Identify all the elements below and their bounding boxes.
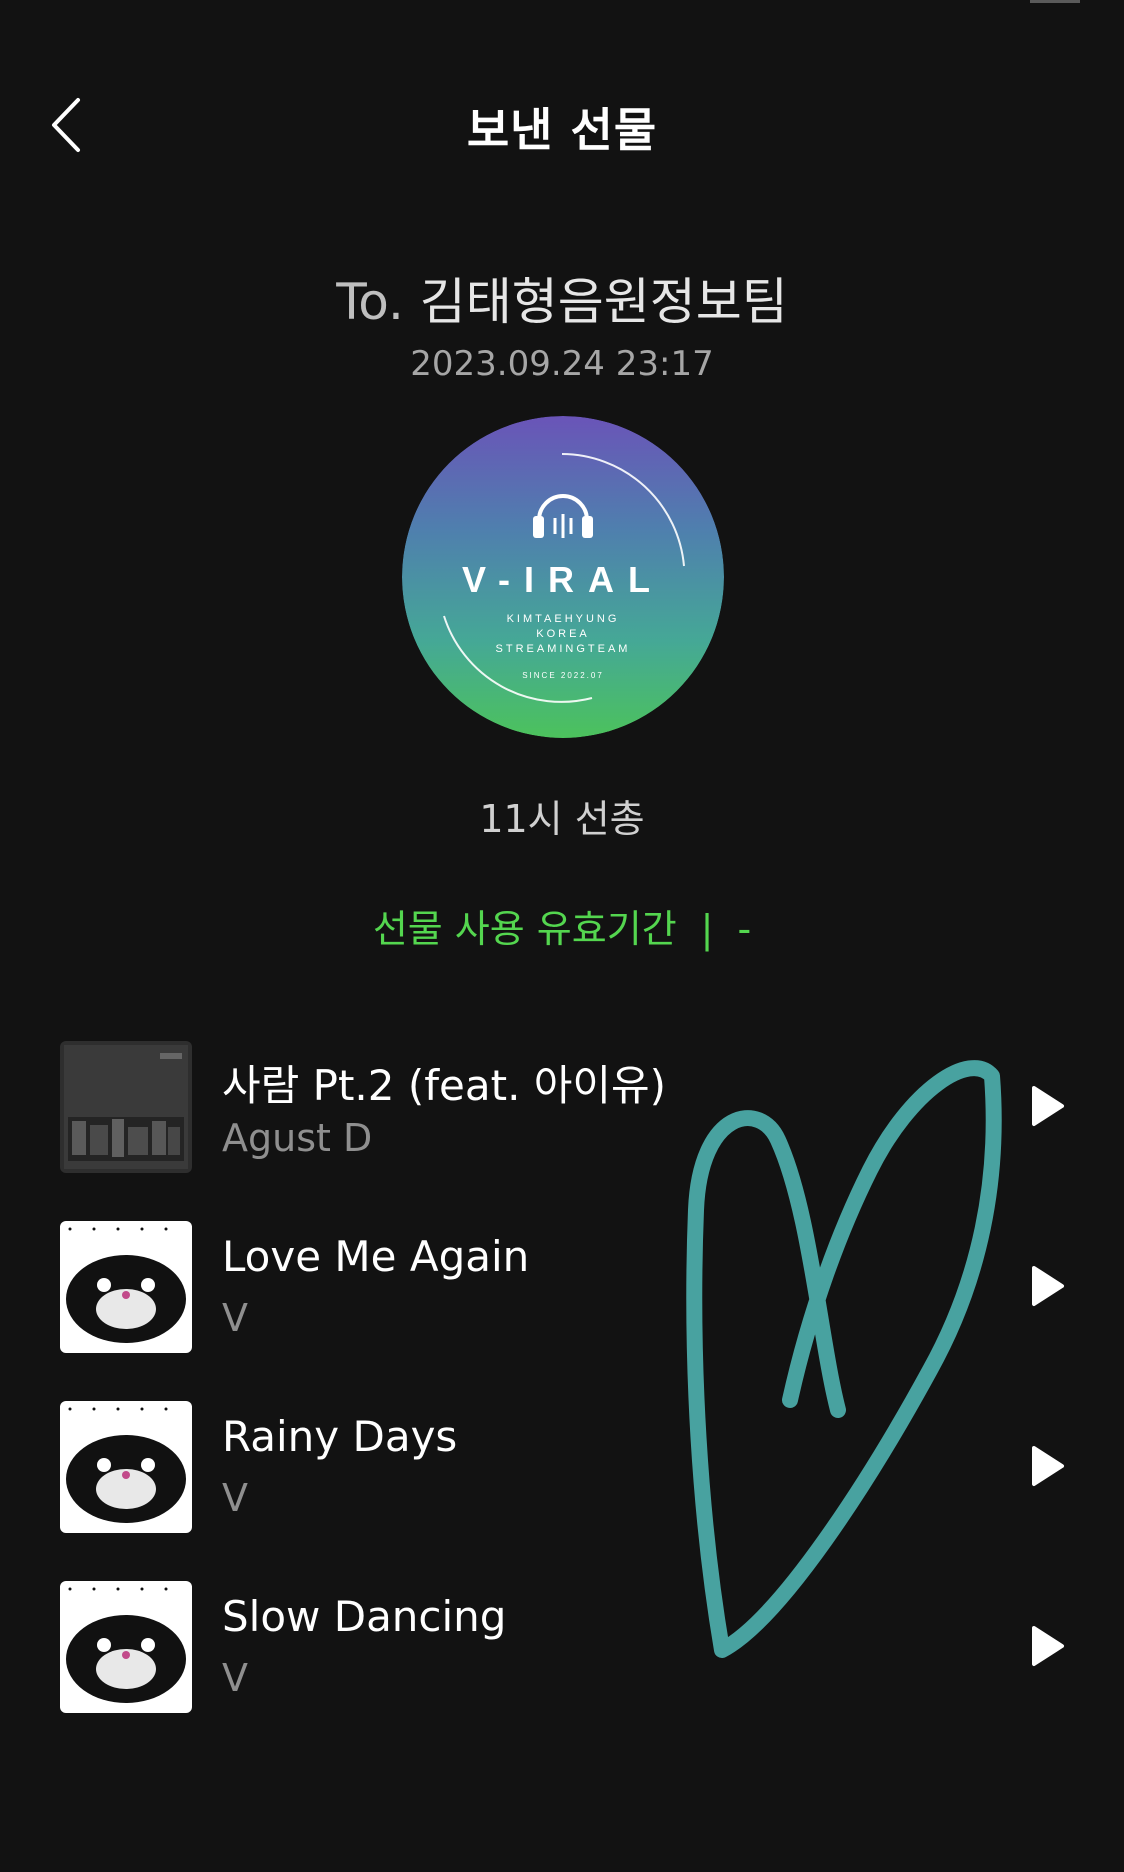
cover-since: SINCE 2022.07	[522, 671, 604, 680]
gift-cover-image: V-IRAL KIMTAEHYUNG KOREA STREAMINGTEAM S…	[402, 416, 724, 738]
track-title: Love Me Again	[222, 1232, 530, 1281]
track-title: 사람 Pt.2 (feat. 아이유)	[222, 1061, 667, 1110]
gift-datetime: 2023.09.24 23:17	[410, 344, 714, 384]
cover-line2: KOREA	[536, 628, 590, 640]
track-item[interactable]: Rainy Days V	[0, 1400, 1124, 1534]
track-artist: Agust D	[222, 1116, 373, 1160]
header: 보낸 선물	[0, 60, 1124, 190]
play-icon	[1032, 1626, 1064, 1666]
validity-label: 선물 사용 유효기간	[372, 907, 677, 951]
album-art	[60, 1221, 192, 1353]
track-item[interactable]: Slow Dancing V	[0, 1580, 1124, 1714]
track-artist: V	[222, 1656, 248, 1700]
page-title: 보낸 선물	[466, 103, 658, 157]
track-item[interactable]: 사람 Pt.2 (feat. 아이유) Agust D	[0, 1040, 1124, 1174]
album-art	[60, 1581, 192, 1713]
track-item[interactable]: Love Me Again V	[0, 1220, 1124, 1354]
track-title: Slow Dancing	[222, 1592, 507, 1641]
play-button[interactable]	[1018, 1436, 1078, 1496]
album-art	[60, 1401, 192, 1533]
track-artist: V	[222, 1476, 248, 1520]
to-prefix: To.	[336, 273, 404, 331]
gift-validity: 선물 사용 유효기간 | -	[0, 898, 1124, 953]
status-bar-indicator	[1030, 0, 1080, 3]
play-button[interactable]	[1018, 1256, 1078, 1316]
play-button[interactable]	[1018, 1616, 1078, 1676]
recipient-name: 김태형음원정보팀	[419, 273, 788, 331]
play-icon	[1032, 1446, 1064, 1486]
cover-line1: KIMTAEHYUNG	[507, 613, 620, 625]
track-title: Rainy Days	[222, 1412, 458, 1461]
cover-brand-text: V-IRAL	[462, 559, 664, 600]
play-button[interactable]	[1018, 1076, 1078, 1136]
recipient-line: To. 김태형음원정보팀	[0, 262, 1124, 334]
validity-separator: |	[700, 907, 714, 951]
track-artist: V	[222, 1296, 248, 1340]
play-icon	[1032, 1086, 1064, 1126]
gift-message: 11시 선총	[479, 797, 645, 841]
validity-value: -	[737, 907, 752, 951]
album-art	[60, 1041, 192, 1173]
cover-line3: STREAMINGTEAM	[496, 643, 631, 655]
play-icon	[1032, 1266, 1064, 1306]
